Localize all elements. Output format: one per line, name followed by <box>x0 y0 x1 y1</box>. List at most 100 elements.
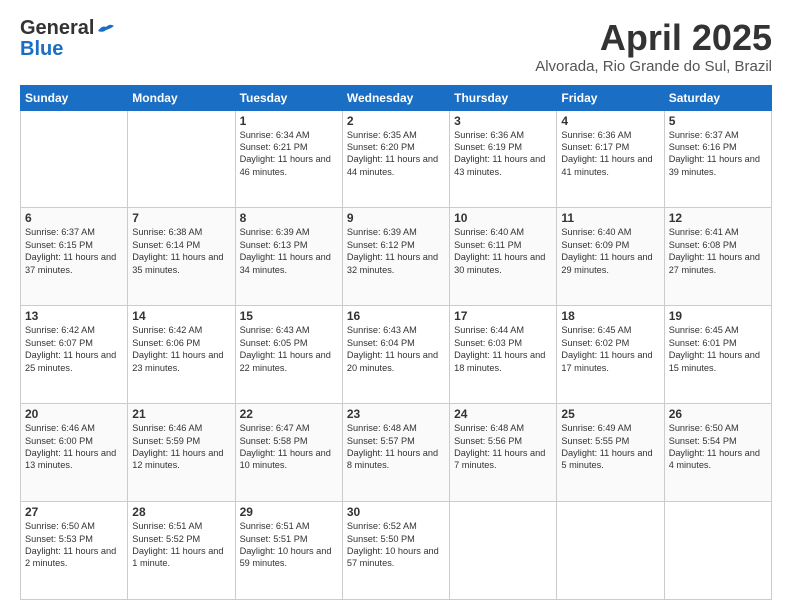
calendar-cell: 12Sunrise: 6:41 AM Sunset: 6:08 PM Dayli… <box>664 208 771 306</box>
logo-bird-icon <box>96 21 114 35</box>
day-number: 25 <box>561 407 659 421</box>
calendar-cell: 26Sunrise: 6:50 AM Sunset: 5:54 PM Dayli… <box>664 404 771 502</box>
cell-info: Sunrise: 6:42 AM Sunset: 6:06 PM Dayligh… <box>132 324 230 374</box>
cell-info: Sunrise: 6:36 AM Sunset: 6:19 PM Dayligh… <box>454 129 552 179</box>
cell-info: Sunrise: 6:40 AM Sunset: 6:11 PM Dayligh… <box>454 226 552 276</box>
day-number: 3 <box>454 114 552 128</box>
cell-info: Sunrise: 6:48 AM Sunset: 5:57 PM Dayligh… <box>347 422 445 472</box>
page: General Blue April 2025 Alvorada, Rio Gr… <box>0 0 792 612</box>
calendar-cell: 22Sunrise: 6:47 AM Sunset: 5:58 PM Dayli… <box>235 404 342 502</box>
calendar-cell: 16Sunrise: 6:43 AM Sunset: 6:04 PM Dayli… <box>342 306 449 404</box>
day-number: 12 <box>669 211 767 225</box>
week-row-0: 1Sunrise: 6:34 AM Sunset: 6:21 PM Daylig… <box>21 110 772 208</box>
day-number: 8 <box>240 211 338 225</box>
calendar-cell: 9Sunrise: 6:39 AM Sunset: 6:12 PM Daylig… <box>342 208 449 306</box>
cell-info: Sunrise: 6:35 AM Sunset: 6:20 PM Dayligh… <box>347 129 445 179</box>
cell-info: Sunrise: 6:43 AM Sunset: 6:04 PM Dayligh… <box>347 324 445 374</box>
calendar-cell: 15Sunrise: 6:43 AM Sunset: 6:05 PM Dayli… <box>235 306 342 404</box>
cell-info: Sunrise: 6:51 AM Sunset: 5:52 PM Dayligh… <box>132 520 230 570</box>
col-wednesday: Wednesday <box>342 85 449 110</box>
cell-info: Sunrise: 6:46 AM Sunset: 5:59 PM Dayligh… <box>132 422 230 472</box>
calendar-cell: 28Sunrise: 6:51 AM Sunset: 5:52 PM Dayli… <box>128 502 235 600</box>
col-thursday: Thursday <box>450 85 557 110</box>
day-number: 28 <box>132 505 230 519</box>
calendar-cell: 4Sunrise: 6:36 AM Sunset: 6:17 PM Daylig… <box>557 110 664 208</box>
day-number: 1 <box>240 114 338 128</box>
day-number: 11 <box>561 211 659 225</box>
cell-info: Sunrise: 6:38 AM Sunset: 6:14 PM Dayligh… <box>132 226 230 276</box>
day-number: 17 <box>454 309 552 323</box>
header: General Blue April 2025 Alvorada, Rio Gr… <box>20 18 772 75</box>
cell-info: Sunrise: 6:48 AM Sunset: 5:56 PM Dayligh… <box>454 422 552 472</box>
day-number: 29 <box>240 505 338 519</box>
calendar-cell: 13Sunrise: 6:42 AM Sunset: 6:07 PM Dayli… <box>21 306 128 404</box>
cell-info: Sunrise: 6:40 AM Sunset: 6:09 PM Dayligh… <box>561 226 659 276</box>
calendar-cell: 6Sunrise: 6:37 AM Sunset: 6:15 PM Daylig… <box>21 208 128 306</box>
day-number: 26 <box>669 407 767 421</box>
day-number: 24 <box>454 407 552 421</box>
cell-info: Sunrise: 6:51 AM Sunset: 5:51 PM Dayligh… <box>240 520 338 570</box>
week-row-4: 27Sunrise: 6:50 AM Sunset: 5:53 PM Dayli… <box>21 502 772 600</box>
title-block: April 2025 Alvorada, Rio Grande do Sul, … <box>535 18 772 75</box>
calendar-cell <box>664 502 771 600</box>
calendar-cell: 11Sunrise: 6:40 AM Sunset: 6:09 PM Dayli… <box>557 208 664 306</box>
day-number: 22 <box>240 407 338 421</box>
calendar-cell: 5Sunrise: 6:37 AM Sunset: 6:16 PM Daylig… <box>664 110 771 208</box>
day-number: 2 <box>347 114 445 128</box>
day-number: 16 <box>347 309 445 323</box>
header-row: Sunday Monday Tuesday Wednesday Thursday… <box>21 85 772 110</box>
cell-info: Sunrise: 6:50 AM Sunset: 5:54 PM Dayligh… <box>669 422 767 472</box>
day-number: 6 <box>25 211 123 225</box>
cell-info: Sunrise: 6:37 AM Sunset: 6:15 PM Dayligh… <box>25 226 123 276</box>
cell-info: Sunrise: 6:46 AM Sunset: 6:00 PM Dayligh… <box>25 422 123 472</box>
calendar-title: April 2025 <box>535 18 772 58</box>
logo-general-text: General <box>20 18 94 38</box>
day-number: 14 <box>132 309 230 323</box>
day-number: 4 <box>561 114 659 128</box>
col-monday: Monday <box>128 85 235 110</box>
col-tuesday: Tuesday <box>235 85 342 110</box>
cell-info: Sunrise: 6:42 AM Sunset: 6:07 PM Dayligh… <box>25 324 123 374</box>
day-number: 27 <box>25 505 123 519</box>
calendar-cell: 3Sunrise: 6:36 AM Sunset: 6:19 PM Daylig… <box>450 110 557 208</box>
calendar-cell: 18Sunrise: 6:45 AM Sunset: 6:02 PM Dayli… <box>557 306 664 404</box>
day-number: 30 <box>347 505 445 519</box>
day-number: 13 <box>25 309 123 323</box>
cell-info: Sunrise: 6:39 AM Sunset: 6:12 PM Dayligh… <box>347 226 445 276</box>
day-number: 5 <box>669 114 767 128</box>
logo-blue-text: Blue <box>20 38 63 60</box>
day-number: 10 <box>454 211 552 225</box>
calendar-cell: 25Sunrise: 6:49 AM Sunset: 5:55 PM Dayli… <box>557 404 664 502</box>
calendar-cell: 8Sunrise: 6:39 AM Sunset: 6:13 PM Daylig… <box>235 208 342 306</box>
logo: General Blue <box>20 18 114 61</box>
calendar-cell <box>557 502 664 600</box>
cell-info: Sunrise: 6:37 AM Sunset: 6:16 PM Dayligh… <box>669 129 767 179</box>
col-sunday: Sunday <box>21 85 128 110</box>
cell-info: Sunrise: 6:44 AM Sunset: 6:03 PM Dayligh… <box>454 324 552 374</box>
calendar-cell: 21Sunrise: 6:46 AM Sunset: 5:59 PM Dayli… <box>128 404 235 502</box>
week-row-2: 13Sunrise: 6:42 AM Sunset: 6:07 PM Dayli… <box>21 306 772 404</box>
calendar-cell: 19Sunrise: 6:45 AM Sunset: 6:01 PM Dayli… <box>664 306 771 404</box>
col-friday: Friday <box>557 85 664 110</box>
calendar-cell: 30Sunrise: 6:52 AM Sunset: 5:50 PM Dayli… <box>342 502 449 600</box>
calendar-cell: 1Sunrise: 6:34 AM Sunset: 6:21 PM Daylig… <box>235 110 342 208</box>
calendar-cell: 29Sunrise: 6:51 AM Sunset: 5:51 PM Dayli… <box>235 502 342 600</box>
calendar-cell <box>128 110 235 208</box>
col-saturday: Saturday <box>664 85 771 110</box>
calendar-cell: 14Sunrise: 6:42 AM Sunset: 6:06 PM Dayli… <box>128 306 235 404</box>
week-row-3: 20Sunrise: 6:46 AM Sunset: 6:00 PM Dayli… <box>21 404 772 502</box>
day-number: 18 <box>561 309 659 323</box>
calendar-cell: 24Sunrise: 6:48 AM Sunset: 5:56 PM Dayli… <box>450 404 557 502</box>
cell-info: Sunrise: 6:34 AM Sunset: 6:21 PM Dayligh… <box>240 129 338 179</box>
calendar-cell: 10Sunrise: 6:40 AM Sunset: 6:11 PM Dayli… <box>450 208 557 306</box>
cell-info: Sunrise: 6:39 AM Sunset: 6:13 PM Dayligh… <box>240 226 338 276</box>
calendar-cell <box>450 502 557 600</box>
cell-info: Sunrise: 6:47 AM Sunset: 5:58 PM Dayligh… <box>240 422 338 472</box>
week-row-1: 6Sunrise: 6:37 AM Sunset: 6:15 PM Daylig… <box>21 208 772 306</box>
calendar-cell: 20Sunrise: 6:46 AM Sunset: 6:00 PM Dayli… <box>21 404 128 502</box>
calendar-cell <box>21 110 128 208</box>
cell-info: Sunrise: 6:43 AM Sunset: 6:05 PM Dayligh… <box>240 324 338 374</box>
day-number: 19 <box>669 309 767 323</box>
day-number: 21 <box>132 407 230 421</box>
cell-info: Sunrise: 6:41 AM Sunset: 6:08 PM Dayligh… <box>669 226 767 276</box>
